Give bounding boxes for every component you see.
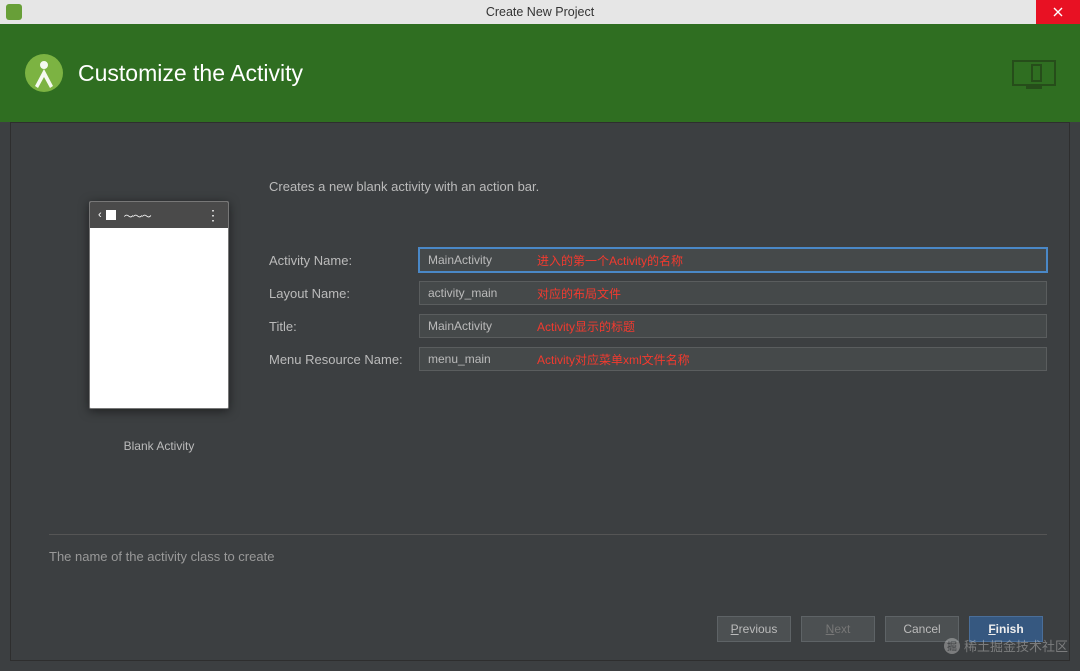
phone-actionbar: ‹ 〜〜〜 ⋮ — [90, 202, 228, 228]
button-bar: Previous Next Cancel Finish — [49, 616, 1047, 650]
form-row: Menu Resource Name:Activity对应菜单xml文件名称 — [269, 347, 1047, 371]
field-wrap: Activity显示的标题 — [419, 314, 1047, 338]
preview-label: Blank Activity — [124, 439, 195, 453]
window: Create New Project Customize the Activit… — [0, 0, 1080, 671]
close-icon — [1053, 7, 1063, 17]
wave-icon: 〜〜〜 — [124, 208, 151, 223]
field-wrap: Activity对应菜单xml文件名称 — [419, 347, 1047, 371]
field-label: Layout Name: — [269, 286, 419, 301]
field-label: Title: — [269, 319, 419, 334]
field-input-3[interactable] — [419, 347, 1047, 371]
panel: ‹ 〜〜〜 ⋮ Blank Activity Creates a new bla… — [10, 122, 1070, 661]
field-wrap: 对应的布局文件 — [419, 281, 1047, 305]
next-button[interactable]: Next — [801, 616, 875, 642]
overflow-icon: ⋮ — [206, 210, 220, 220]
finish-button[interactable]: Finish — [969, 616, 1043, 642]
field-input-2[interactable] — [419, 314, 1047, 338]
preview-phone: ‹ 〜〜〜 ⋮ — [89, 201, 229, 409]
cancel-button[interactable]: Cancel — [885, 616, 959, 642]
titlebar: Create New Project — [0, 0, 1080, 24]
previous-button[interactable]: Previous — [717, 616, 791, 642]
field-wrap: 进入的第一个Activity的名称 — [419, 248, 1047, 272]
preview-column: ‹ 〜〜〜 ⋮ Blank Activity — [49, 123, 269, 534]
form-row: Title:Activity显示的标题 — [269, 314, 1047, 338]
help-text: The name of the activity class to create — [49, 549, 1047, 564]
content: ‹ 〜〜〜 ⋮ Blank Activity Creates a new bla… — [49, 123, 1047, 534]
field-label: Menu Resource Name: — [269, 352, 419, 367]
android-studio-icon — [24, 53, 64, 93]
field-input-0[interactable] — [419, 248, 1047, 272]
app-icon — [6, 4, 22, 20]
form-row: Layout Name:对应的布局文件 — [269, 281, 1047, 305]
page-title: Customize the Activity — [78, 60, 303, 87]
form-row: Activity Name:进入的第一个Activity的名称 — [269, 248, 1047, 272]
footer: The name of the activity class to create… — [49, 534, 1047, 660]
form-column: Creates a new blank activity with an act… — [269, 123, 1047, 534]
phone-app-icon — [106, 210, 116, 220]
body: ‹ 〜〜〜 ⋮ Blank Activity Creates a new bla… — [0, 122, 1080, 671]
header: Customize the Activity — [0, 24, 1080, 122]
form-rows: Activity Name:进入的第一个Activity的名称Layout Na… — [269, 248, 1047, 371]
device-icon — [1012, 60, 1056, 90]
window-title: Create New Project — [486, 5, 594, 19]
close-button[interactable] — [1036, 0, 1080, 24]
back-icon: ‹ — [98, 209, 102, 221]
form-description: Creates a new blank activity with an act… — [269, 179, 1047, 194]
phone-body — [90, 228, 228, 408]
field-label: Activity Name: — [269, 253, 419, 268]
window-controls — [1036, 0, 1080, 24]
field-input-1[interactable] — [419, 281, 1047, 305]
